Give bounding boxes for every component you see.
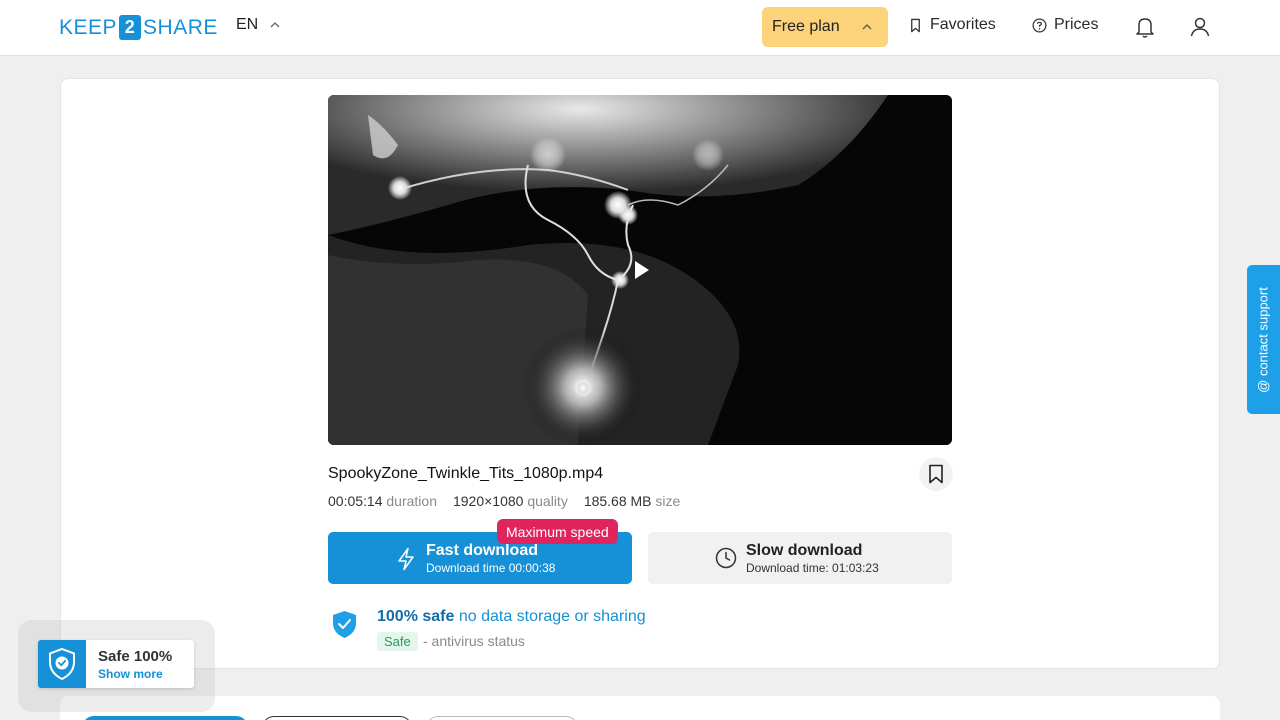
- safe-widget-icon-box: [38, 640, 86, 688]
- add-favorite-button[interactable]: [919, 457, 953, 491]
- file-title: SpookyZone_Twinkle_Tits_1080p.mp4: [328, 465, 604, 482]
- video-preview[interactable]: [328, 95, 952, 445]
- logo-text-right: SHARE: [143, 15, 218, 39]
- safety-bold: 100% safe: [377, 608, 455, 625]
- duration-value: 00:05:14: [328, 493, 383, 509]
- logo-text-mid: 2: [119, 15, 142, 40]
- lightning-icon: [398, 547, 414, 571]
- slow-download-title: Slow download: [746, 542, 863, 559]
- contact-support-tab[interactable]: @ contact support: [1247, 265, 1280, 414]
- file-meta: 00:05:14 duration 1920×1080 quality 185.…: [328, 493, 680, 509]
- quality-label: quality: [527, 493, 568, 509]
- safe-widget[interactable]: Safe 100% Show more: [38, 640, 194, 688]
- language-label: EN: [236, 16, 259, 33]
- help-circle-icon: [1032, 18, 1047, 32]
- favorites-link[interactable]: Favorites: [908, 16, 996, 34]
- bookmark-icon: [929, 464, 943, 484]
- fast-download-title: Fast download: [426, 542, 538, 559]
- contact-support-label: @ contact support: [1255, 287, 1271, 393]
- duration-info: 00:05:14 duration: [328, 493, 437, 509]
- size-label: size: [655, 493, 681, 509]
- antivirus-status: - antivirus status: [423, 633, 525, 649]
- quality-info: 1920×1080 quality: [453, 493, 568, 509]
- tab-secondary[interactable]: [262, 716, 412, 720]
- safety-statement: 100% safe no data storage or sharing: [377, 608, 646, 626]
- play-icon[interactable]: [631, 259, 651, 281]
- safety-rest: no data storage or sharing: [454, 608, 646, 625]
- prices-link[interactable]: Prices: [1032, 16, 1098, 34]
- chevron-up-icon: [862, 24, 872, 30]
- prices-label: Prices: [1054, 16, 1099, 33]
- clock-icon: [715, 547, 737, 569]
- user-icon[interactable]: [1188, 14, 1212, 40]
- safe-widget-title: Safe 100%: [98, 648, 173, 665]
- slow-download-button[interactable]: Slow download Download time: 01:03:23: [648, 532, 952, 584]
- site-logo[interactable]: KEEP 2 SHARE: [59, 14, 218, 41]
- bookmark-icon: [911, 18, 920, 32]
- free-plan-label: Free plan: [772, 18, 840, 35]
- fast-download-time: Download time 00:00:38: [426, 561, 556, 575]
- size-info: 185.68 MB size: [584, 493, 681, 509]
- tab-primary[interactable]: [82, 716, 248, 720]
- top-header: KEEP 2 SHARE EN Free plan Favorites Pric…: [0, 0, 1280, 56]
- antivirus-badge: Safe: [377, 632, 418, 651]
- favorites-label: Favorites: [930, 16, 996, 33]
- show-more-link[interactable]: Show more: [98, 667, 163, 681]
- language-selector[interactable]: EN: [236, 16, 280, 34]
- shield-check-icon: [49, 647, 75, 681]
- free-plan-button[interactable]: Free plan: [762, 7, 888, 47]
- chevron-up-icon: [270, 22, 280, 28]
- logo-text-left: KEEP: [59, 15, 118, 39]
- quality-value: 1920×1080: [452, 493, 524, 509]
- shield-check-icon: [333, 611, 356, 638]
- duration-label: duration: [386, 493, 437, 509]
- slow-download-time: Download time: 01:03:23: [746, 561, 879, 575]
- max-speed-badge: Maximum speed: [497, 519, 618, 544]
- bell-icon[interactable]: [1133, 14, 1157, 40]
- size-value: 185.68 MB: [583, 493, 652, 509]
- tab-tertiary[interactable]: [426, 716, 578, 720]
